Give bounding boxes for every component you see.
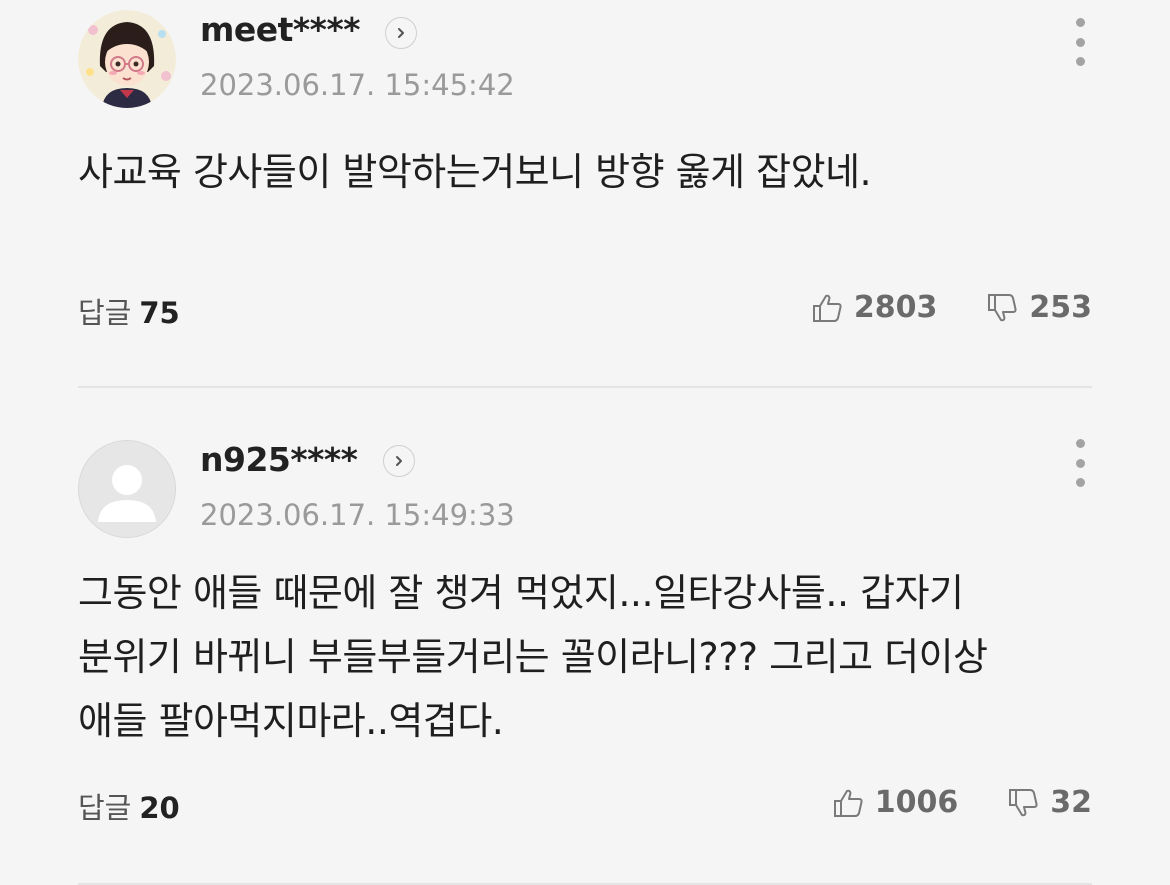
- like-button[interactable]: 2803: [810, 290, 938, 325]
- dislike-button[interactable]: 32: [1006, 785, 1092, 820]
- like-count: 2803: [853, 290, 938, 325]
- default-user-avatar-icon: [98, 465, 156, 522]
- comment-footer: 답글 20 1006 32: [78, 785, 1092, 825]
- reply-label: 답글: [78, 791, 132, 825]
- comment-item: n925**** 2023.06.17. 15:49:33 그동안 애들 때문에…: [78, 388, 1092, 885]
- cartoon-girl-avatar-icon: [78, 10, 176, 108]
- like-count: 1006: [874, 785, 959, 820]
- dislike-button[interactable]: 253: [985, 290, 1092, 325]
- comment-item: meet**** 2023.06.17. 15:45:42 사교육 강사들이 발…: [78, 0, 1092, 388]
- dislike-count: 253: [1029, 290, 1092, 325]
- like-button[interactable]: 1006: [831, 785, 959, 820]
- comment-text: 사교육 강사들이 발악하는거보니 방향 옳게 잡았네.: [78, 150, 872, 194]
- more-vertical-icon[interactable]: [1068, 18, 1092, 66]
- username[interactable]: n925****: [200, 440, 358, 479]
- thumbs-up-icon: [812, 294, 842, 322]
- dislike-count: 32: [1050, 785, 1092, 820]
- reply-count: 75: [139, 296, 180, 330]
- comment-footer: 답글 75 2803 253: [78, 290, 1092, 330]
- reply-label: 답글: [78, 296, 132, 330]
- vote-group: 1006 32: [831, 785, 1092, 820]
- username[interactable]: meet****: [200, 10, 360, 49]
- chevron-right-icon[interactable]: [383, 445, 415, 477]
- avatar[interactable]: [78, 440, 176, 538]
- more-vertical-icon[interactable]: [1068, 439, 1092, 487]
- timestamp: 2023.06.17. 15:45:42: [200, 68, 515, 102]
- chevron-right-icon[interactable]: [385, 17, 417, 49]
- comment-text: 그동안 애들 때문에 잘 챙겨 먹었지...일타강사들.. 갑자기 분위기 바뀌…: [78, 571, 988, 743]
- thumbs-up-icon: [833, 789, 863, 817]
- reply-button[interactable]: 답글 75: [78, 290, 180, 332]
- vote-group: 2803 253: [810, 290, 1092, 325]
- thumbs-down-icon: [988, 293, 1017, 321]
- thumbs-down-icon: [1009, 788, 1038, 816]
- timestamp: 2023.06.17. 15:49:33: [200, 498, 515, 532]
- reply-count: 20: [139, 791, 180, 825]
- avatar[interactable]: [78, 10, 176, 108]
- reply-button[interactable]: 답글 20: [78, 785, 180, 827]
